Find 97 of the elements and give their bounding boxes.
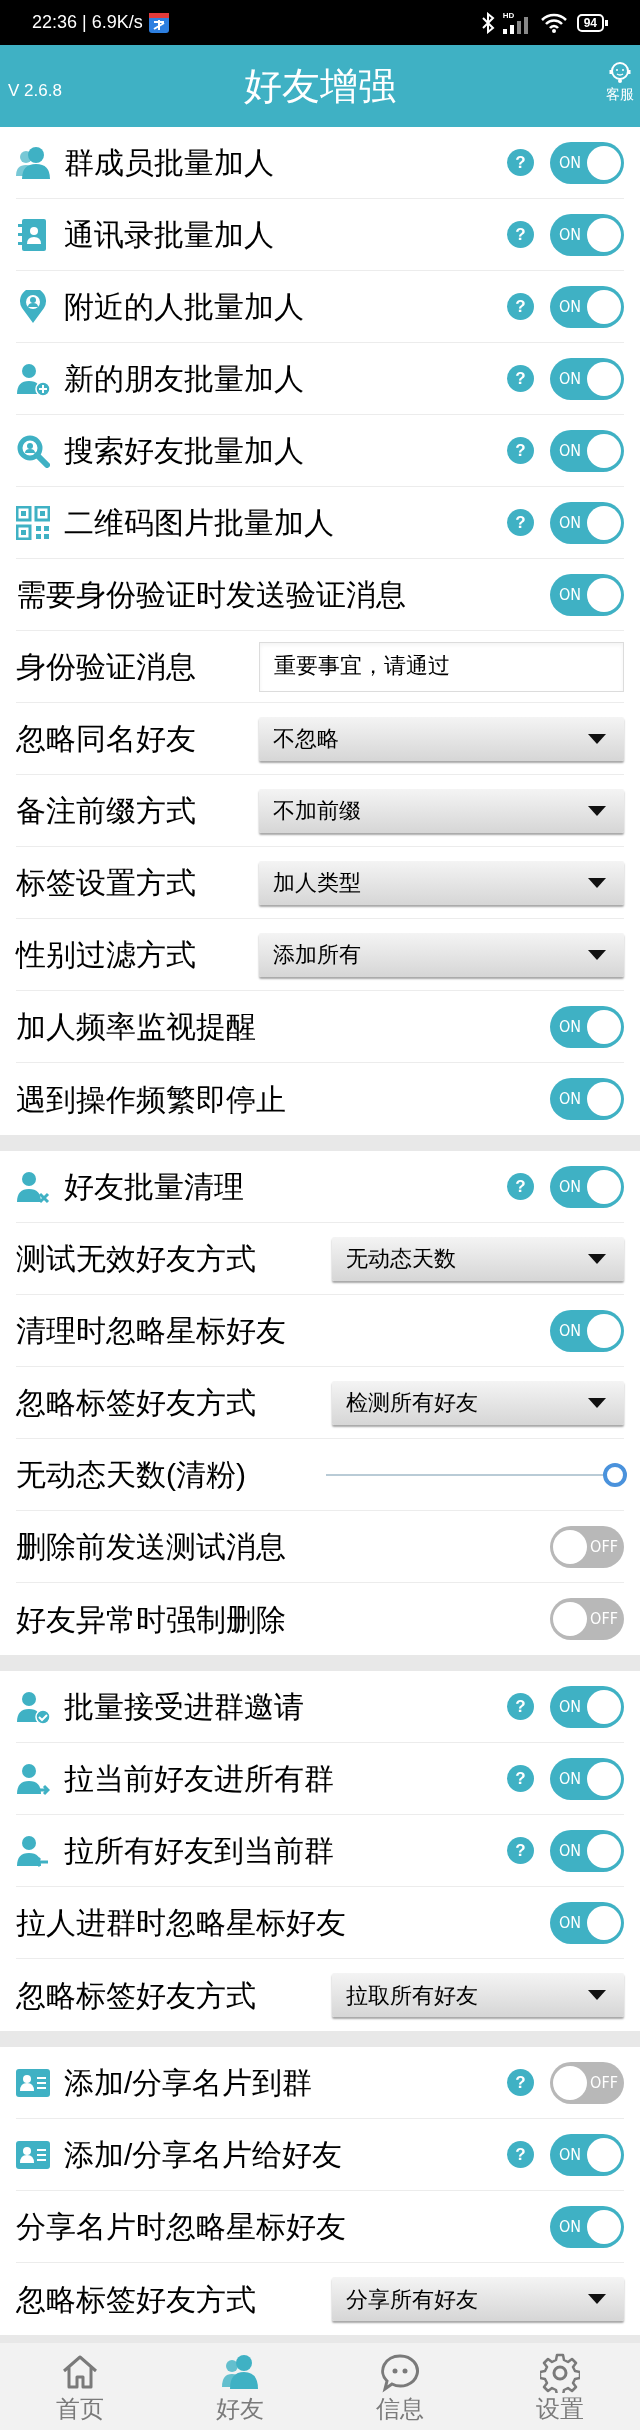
caret-icon	[588, 805, 606, 816]
toggle-switch[interactable]: ON	[550, 1309, 624, 1352]
setting-label: 性别过滤方式	[16, 937, 196, 973]
caret-icon	[588, 949, 606, 960]
setting-label: 拉所有好友到当前群	[64, 1833, 334, 1869]
network-label: HD	[502, 11, 515, 20]
nav-tab[interactable]: 好友	[160, 2343, 320, 2430]
help-button[interactable]: ?	[507, 1693, 534, 1720]
toggle-switch[interactable]: ON	[550, 1757, 624, 1800]
toggle-switch[interactable]: ON	[550, 1901, 624, 1944]
toggle-switch[interactable]: ON	[550, 2133, 624, 2176]
dropdown[interactable]: 添加所有	[259, 932, 624, 977]
toggle-switch[interactable]: ON	[550, 285, 624, 328]
settings-icon	[540, 2352, 580, 2393]
help-button[interactable]: ?	[507, 293, 534, 320]
setting-label: 添加/分享名片给好友	[64, 2137, 343, 2173]
status-time: 22:36 | 6.9K/s	[32, 11, 143, 34]
setting-label: 添加/分享名片到群	[64, 2065, 313, 2101]
setting-label: 搜索好友批量加人	[64, 433, 304, 469]
setting-label: 二维码图片批量加人	[64, 505, 334, 541]
dropdown[interactable]: 不加前缀	[259, 788, 624, 833]
window-title: 好友增强	[244, 63, 396, 109]
setting-label: 好友异常时强制删除	[16, 1601, 286, 1638]
setting-label: 群成员批量加人	[64, 145, 274, 181]
caret-icon	[588, 2294, 606, 2304]
setting-label: 批量接受进群邀请	[64, 1689, 304, 1725]
chat-icon	[380, 2352, 420, 2393]
toggle-switch[interactable]: ON	[550, 2205, 624, 2248]
caret-icon	[588, 733, 606, 744]
dropdown[interactable]: 无动态天数	[332, 1236, 624, 1281]
help-button[interactable]: ?	[507, 2141, 534, 2168]
toggle-switch[interactable]: OFF	[550, 1598, 624, 1640]
caret-icon	[588, 1397, 606, 1408]
setting-label: 忽略同名好友	[16, 721, 196, 757]
setting-label: 标签设置方式	[16, 865, 196, 901]
setting-label: 附近的人批量加人	[64, 289, 304, 325]
caret-icon	[588, 1990, 606, 2000]
setting-label: 忽略标签好友方式	[16, 2281, 256, 2318]
nav-tab[interactable]: 首页	[0, 2343, 160, 2430]
setting-label: 身份验证消息	[16, 649, 196, 685]
setting-label: 通讯录批量加人	[64, 217, 274, 253]
help-button[interactable]: ?	[507, 1837, 534, 1864]
toggle-switch[interactable]: ON	[550, 1078, 624, 1120]
caret-icon	[588, 1253, 606, 1264]
setting-label: 测试无效好友方式	[16, 1241, 256, 1277]
setting-label: 新的朋友批量加人	[64, 361, 304, 397]
setting-label: 拉人进群时忽略星标好友	[16, 1905, 346, 1941]
toggle-switch[interactable]: ON	[550, 1005, 624, 1048]
headset-icon	[608, 59, 632, 83]
setting-label: 清理时忽略星标好友	[16, 1313, 286, 1349]
help-button[interactable]: ?	[507, 437, 534, 464]
toggle-switch[interactable]: ON	[550, 501, 624, 544]
version-label: V 2.6.8	[8, 80, 62, 102]
bluetooth-icon	[480, 11, 495, 34]
dropdown[interactable]: 检测所有好友	[332, 1380, 624, 1425]
setting-label: 分享名片时忽略星标好友	[16, 2209, 346, 2245]
toggle-switch[interactable]: ON	[550, 1685, 624, 1728]
setting-label: 加人频率监视提醒	[16, 1009, 256, 1045]
caret-icon	[588, 877, 606, 888]
setting-label: 忽略标签好友方式	[16, 1385, 256, 1421]
toggle-switch[interactable]: ON	[550, 1165, 624, 1208]
message-input-field[interactable]: 重要事宜，请通过	[259, 641, 624, 692]
help-button[interactable]: ?	[507, 149, 534, 176]
wifi-icon	[540, 12, 567, 33]
slider-thumb[interactable]	[603, 1462, 628, 1487]
customer-service-button[interactable]: 客服	[606, 59, 634, 101]
toggle-switch[interactable]: ON	[550, 141, 624, 184]
toggle-switch[interactable]: ON	[550, 573, 624, 616]
toggle-switch[interactable]: OFF	[550, 2061, 624, 2104]
toggle-switch[interactable]: ON	[550, 213, 624, 256]
toggle-switch[interactable]: ON	[550, 1829, 624, 1872]
nav-tab[interactable]: 设置	[480, 2343, 640, 2430]
app-icon	[148, 12, 169, 33]
battery-level: 94	[576, 13, 604, 32]
dropdown[interactable]: 不忽略	[259, 716, 624, 761]
setting-label: 备注前缀方式	[16, 793, 196, 829]
setting-label: 忽略标签好友方式	[16, 1977, 256, 2014]
setting-label: 删除前发送测试消息	[16, 1529, 286, 1565]
help-button[interactable]: ?	[507, 1765, 534, 1792]
nav-tab[interactable]: 信息	[320, 2343, 480, 2430]
setting-label: 拉当前好友进所有群	[64, 1761, 334, 1797]
help-button[interactable]: ?	[507, 1173, 534, 1200]
help-button[interactable]: ?	[507, 2069, 534, 2096]
setting-label: 遇到操作频繁即停止	[16, 1081, 286, 1118]
dropdown[interactable]: 分享所有好友	[332, 2277, 624, 2321]
toggle-switch[interactable]: ON	[550, 429, 624, 472]
help-button[interactable]: ?	[507, 509, 534, 536]
setting-label: 无动态天数(清粉)	[16, 1457, 246, 1493]
signal-icon	[502, 15, 531, 34]
dropdown[interactable]: 加人类型	[259, 860, 624, 905]
dropdown[interactable]: 拉取所有好友	[332, 1973, 624, 2017]
toggle-switch[interactable]: ON	[550, 357, 624, 400]
setting-label: 好友批量清理	[64, 1169, 244, 1205]
help-button[interactable]: ?	[507, 221, 534, 248]
setting-label: 需要身份验证时发送验证消息	[16, 577, 406, 613]
toggle-switch[interactable]: OFF	[550, 1525, 624, 1568]
help-button[interactable]: ?	[507, 365, 534, 392]
